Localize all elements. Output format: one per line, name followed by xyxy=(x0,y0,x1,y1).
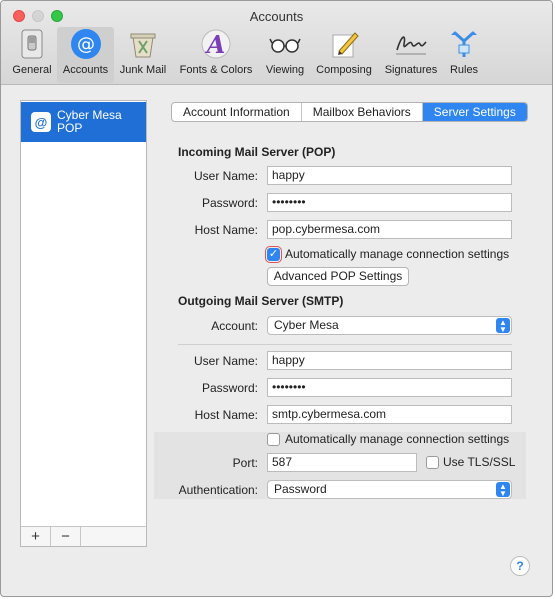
toolbar-fonts-colors[interactable]: A Fonts & Colors xyxy=(175,27,257,83)
incoming-host-label: Host Name: xyxy=(194,223,258,237)
advanced-pop-settings-button[interactable]: Advanced POP Settings xyxy=(267,267,409,286)
switch-icon xyxy=(15,27,49,61)
port-label: Port: xyxy=(232,456,258,470)
svg-text:A: A xyxy=(205,30,226,59)
outgoing-auto-manage-label: Automatically manage connection settings xyxy=(285,432,510,446)
account-row-cyber-mesa[interactable]: @ Cyber Mesa POP xyxy=(21,102,146,142)
incoming-user-label: User Name: xyxy=(193,169,258,183)
port-field[interactable]: 587 xyxy=(267,453,417,472)
toolbar-label: Fonts & Colors xyxy=(179,64,253,76)
outgoing-account-label: Account: xyxy=(211,319,258,333)
toolbar-label: General xyxy=(12,64,52,76)
tab-server-settings[interactable]: Server Settings xyxy=(422,103,527,121)
svg-text:@: @ xyxy=(77,34,95,55)
toolbar-label: Composing xyxy=(316,64,372,76)
authentication-value: Password xyxy=(274,482,327,496)
toolbar-label: Viewing xyxy=(265,64,305,76)
use-tls-ssl-checkbox[interactable] xyxy=(426,456,439,469)
toolbar-viewing[interactable]: Viewing xyxy=(263,27,307,83)
incoming-auto-manage-checkbox[interactable]: ✓ xyxy=(265,246,282,263)
incoming-host-field[interactable]: pop.cybermesa.com xyxy=(267,220,512,239)
toolbar-accounts[interactable]: @ Accounts xyxy=(57,27,114,83)
accounts-window: Accounts General @ Accounts Junk Mail A xyxy=(0,0,553,597)
toolbar-signatures[interactable]: Signatures xyxy=(381,27,441,83)
outgoing-password-field[interactable]: •••••••• xyxy=(267,378,512,397)
toolbar-junk-mail[interactable]: Junk Mail xyxy=(117,27,169,83)
incoming-auto-manage-label: Automatically manage connection settings xyxy=(285,247,510,261)
outgoing-account-value: Cyber Mesa xyxy=(274,318,339,332)
authentication-select[interactable]: Password ▲ ▼ xyxy=(267,480,512,499)
window-title: Accounts xyxy=(249,9,304,24)
outgoing-account-select[interactable]: Cyber Mesa ▲ ▼ xyxy=(267,316,512,335)
toolbar-rules[interactable]: Rules xyxy=(447,27,481,83)
toolbar-general[interactable]: General xyxy=(9,27,55,83)
add-account-button[interactable]: + xyxy=(21,527,51,546)
account-tabs: Account Information Mailbox Behaviors Se… xyxy=(171,102,528,122)
remove-account-button[interactable]: − xyxy=(51,527,81,546)
tab-account-information[interactable]: Account Information xyxy=(172,103,302,121)
rules-arrows-icon xyxy=(447,27,481,61)
outgoing-user-label: User Name: xyxy=(193,354,258,368)
outgoing-user-field[interactable]: happy xyxy=(267,351,512,370)
glasses-icon xyxy=(268,27,302,61)
toolbar: Accounts General @ Accounts Junk Mail A xyxy=(1,1,552,85)
section-divider xyxy=(178,344,512,345)
incoming-user-field[interactable]: happy xyxy=(267,166,512,185)
outgoing-host-label: Host Name: xyxy=(194,408,258,422)
toolbar-composing[interactable]: Composing xyxy=(313,27,375,83)
trash-bin-icon xyxy=(126,27,160,61)
outgoing-heading: Outgoing Mail Server (SMTP) xyxy=(178,294,344,308)
tab-mailbox-behaviors[interactable]: Mailbox Behaviors xyxy=(302,103,423,121)
toolbar-label: Accounts xyxy=(62,64,109,76)
chevron-updown-icon: ▲ ▼ xyxy=(496,318,510,334)
account-list-footer: + − xyxy=(21,526,146,546)
help-button[interactable]: ? xyxy=(510,556,530,576)
toolbar-label: Rules xyxy=(449,64,479,76)
outgoing-password-label: Password: xyxy=(201,381,258,395)
at-icon: @ xyxy=(31,112,51,132)
outgoing-auto-manage-checkbox[interactable] xyxy=(267,433,280,446)
toolbar-label: Signatures xyxy=(384,64,438,76)
use-tls-ssl-label: Use TLS/SSL xyxy=(443,455,516,469)
authentication-label: Authentication: xyxy=(178,483,258,497)
signature-icon xyxy=(394,27,428,61)
incoming-password-label: Password: xyxy=(201,196,258,210)
outgoing-host-field[interactable]: smtp.cybermesa.com xyxy=(267,405,512,424)
chevron-updown-icon: ▲ ▼ xyxy=(496,482,510,498)
font-a-icon: A xyxy=(199,27,233,61)
incoming-heading: Incoming Mail Server (POP) xyxy=(178,145,336,159)
incoming-password-field[interactable]: •••••••• xyxy=(267,193,512,212)
at-icon: @ xyxy=(69,27,103,61)
toolbar-label: Junk Mail xyxy=(119,64,167,76)
pencil-icon xyxy=(327,27,361,61)
account-list: @ Cyber Mesa POP + − xyxy=(20,100,147,547)
account-type: POP xyxy=(57,121,83,135)
